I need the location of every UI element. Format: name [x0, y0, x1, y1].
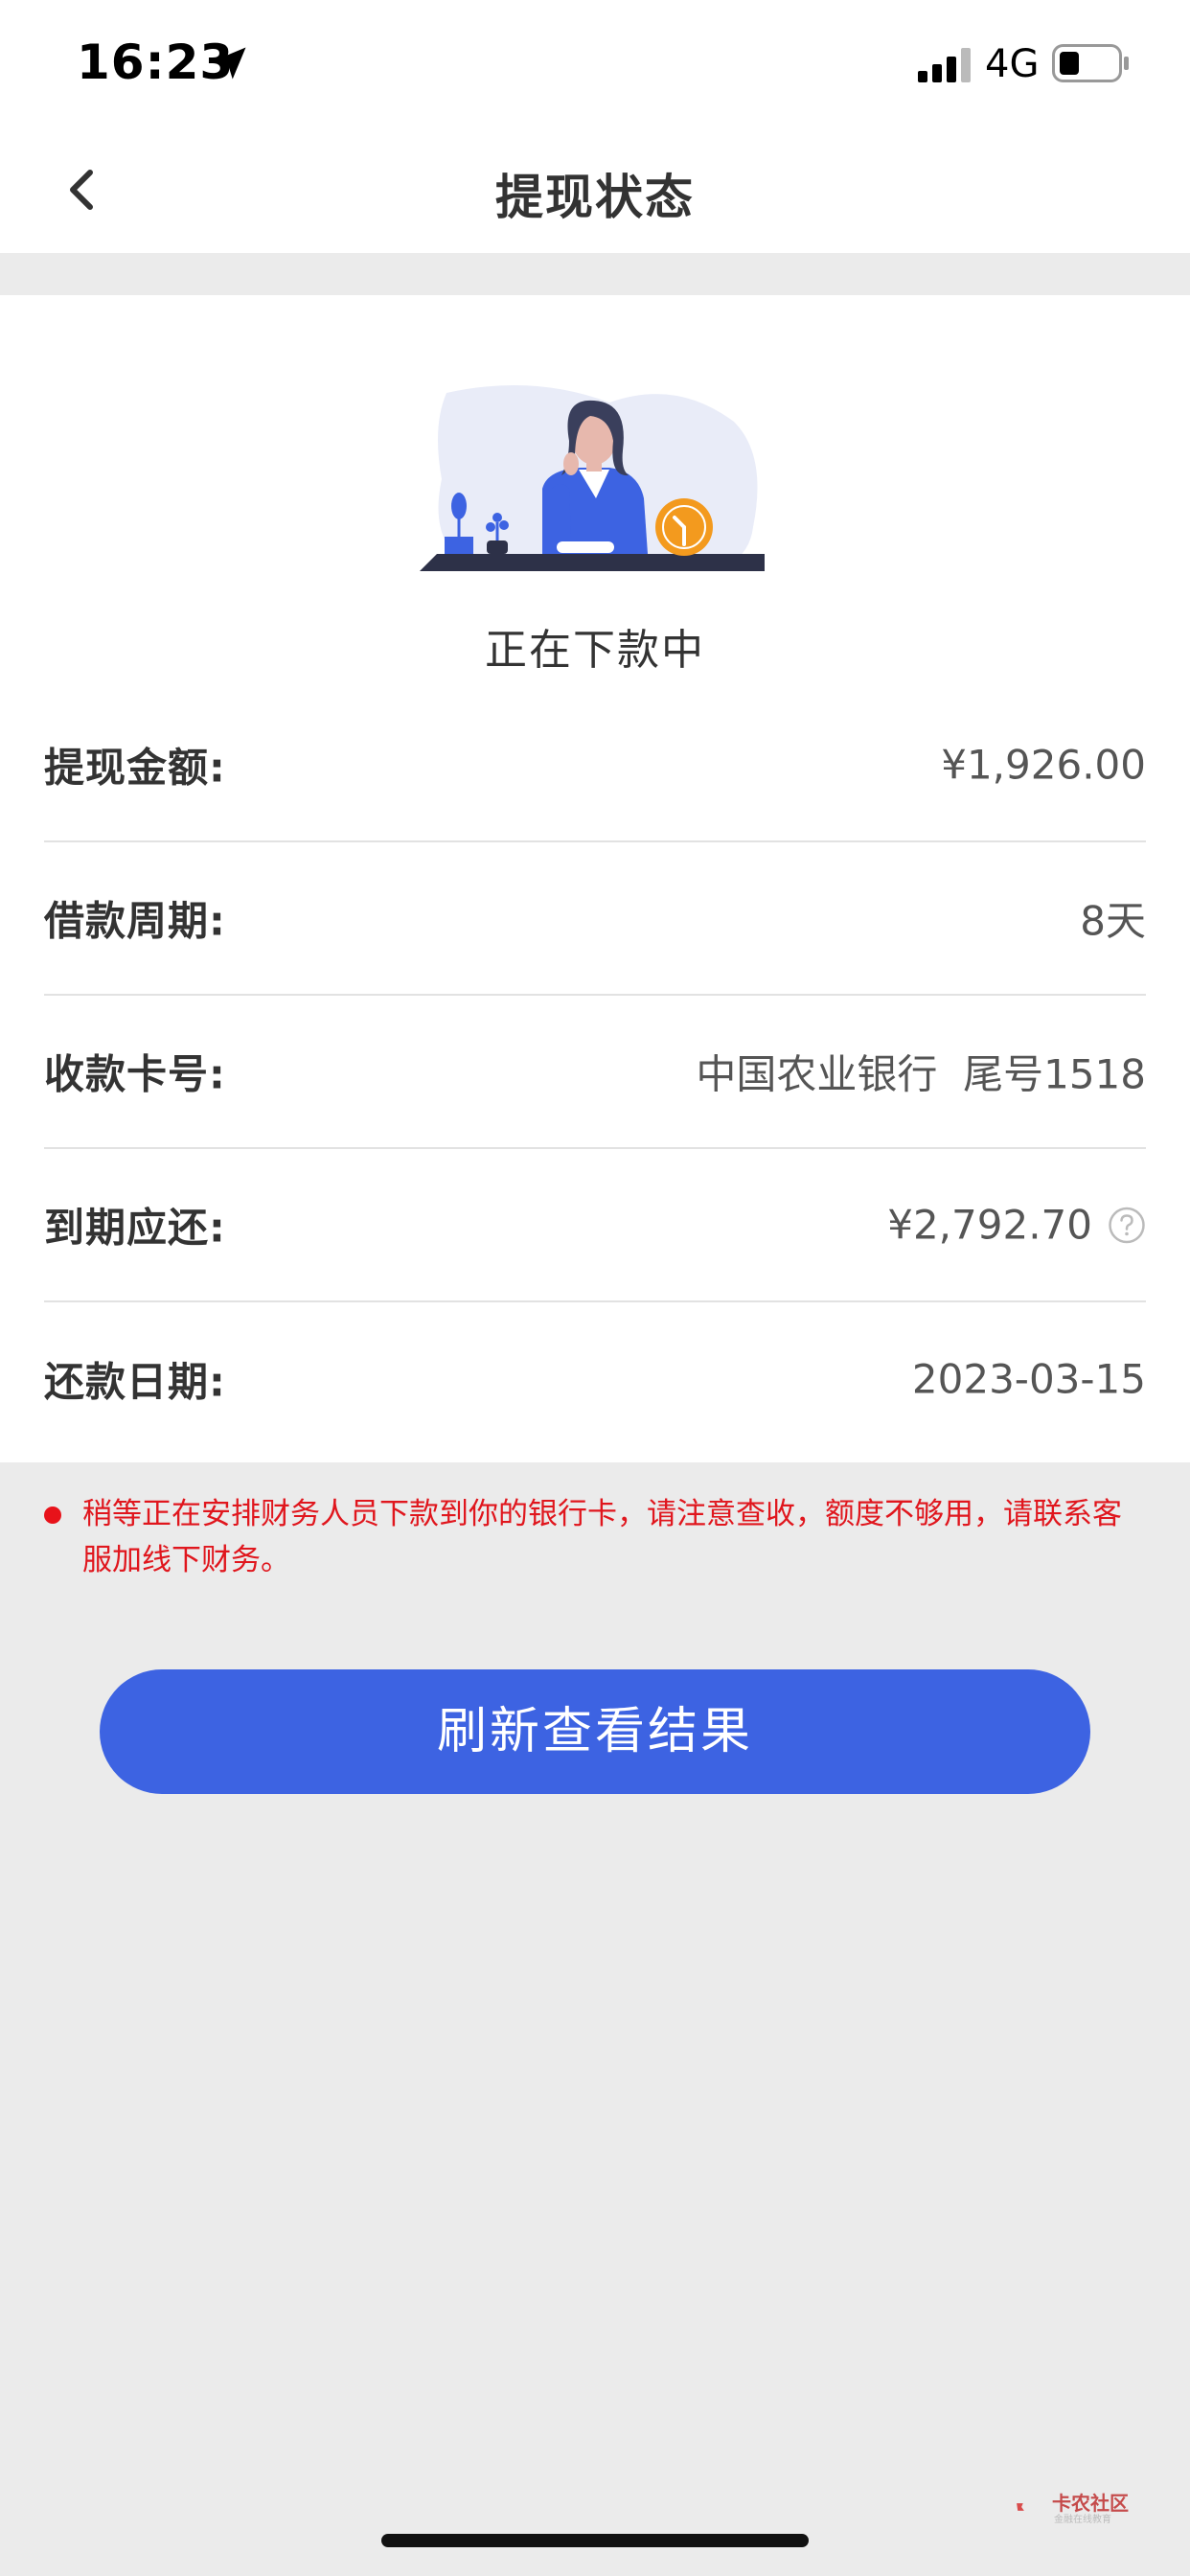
refresh-result-button[interactable]: 刷新查看结果: [100, 1669, 1090, 1794]
withdraw-status-title: 正在下款中: [485, 626, 705, 675]
row-label: 提现金额:: [44, 744, 226, 792]
row-label: 借款周期:: [44, 897, 226, 945]
row-label: 还款日期:: [44, 1358, 226, 1406]
detail-row-card: 收款卡号: 中国农业银行 尾号1518: [44, 996, 1146, 1149]
detail-row-period: 借款周期: 8天: [44, 842, 1146, 996]
notice-message: 稍等正在安排财务人员下款到你的银行卡，请注意查收，额度不够用，请联系客服加线下财…: [38, 1491, 1150, 1583]
row-value: 2023-03-15: [911, 1355, 1146, 1403]
row-value: 8天: [1080, 897, 1146, 945]
detail-row-due: 到期应还: ¥2,792.70: [44, 1149, 1146, 1302]
notice-text: 稍等正在安排财务人员下款到你的银行卡，请注意查收，额度不够用，请联系客服加线下财…: [82, 1497, 1122, 1577]
row-value: ¥2,792.70: [887, 1202, 1146, 1249]
detail-row-repay-date: 还款日期: 2023-03-15: [44, 1302, 1146, 1456]
page-title: 提现状态: [495, 170, 695, 225]
row-value: ¥1,926.00: [941, 741, 1146, 789]
watermark-subtitle: 金融在线教育: [1054, 2515, 1111, 2525]
kanong-logo-icon: [1017, 2503, 1024, 2511]
battery-icon: [1052, 44, 1129, 82]
home-indicator[interactable]: [381, 2534, 809, 2547]
row-label: 到期应还:: [44, 1204, 226, 1252]
help-question-icon[interactable]: [1108, 1206, 1146, 1244]
row-value: 中国农业银行 尾号1518: [696, 1050, 1146, 1098]
section-divider: [0, 253, 1190, 295]
network-type: 4G: [985, 42, 1040, 86]
nav-bar: 提现状态: [0, 125, 1190, 253]
status-card: 正在下款中 提现金额: ¥1,926.00 借款周期: 8天 收款卡号: 中国农…: [0, 295, 1190, 1462]
notice-dot-icon: [44, 1506, 61, 1524]
status-bar: 16:23 4G: [0, 0, 1190, 125]
location-arrow-icon: [214, 47, 246, 80]
row-label: 收款卡号:: [44, 1050, 226, 1098]
woman-waiting-illustration: [420, 385, 765, 571]
detail-row-amount: 提现金额: ¥1,926.00: [44, 689, 1146, 842]
signal-icon: [918, 48, 971, 82]
